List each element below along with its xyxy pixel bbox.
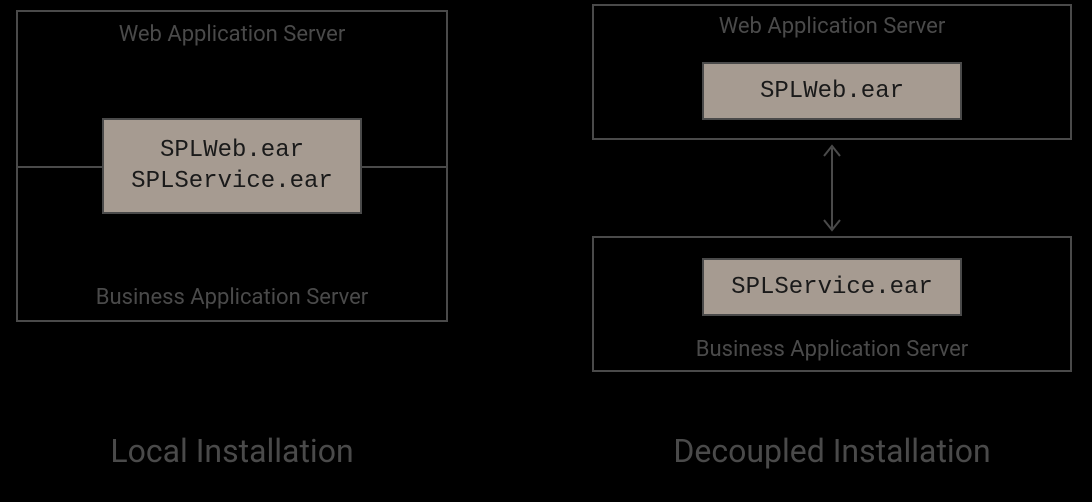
local-install-container: Web Application Server SPLWeb.ear SPLSer… <box>16 10 448 322</box>
decoupled-splweb-ear-box: SPLWeb.ear <box>702 62 962 120</box>
decoupled-web-server-label: Web Application Server <box>594 14 1070 39</box>
local-ear-splweb: SPLWeb.ear <box>160 135 304 166</box>
local-ear-box: SPLWeb.ear SPLService.ear <box>102 118 362 214</box>
decoupled-splweb-ear-text: SPLWeb.ear <box>760 78 904 105</box>
decoupled-business-server-label: Business Application Server <box>594 337 1070 362</box>
local-installation-title: Local Installation <box>16 432 448 470</box>
local-business-server-label: Business Application Server <box>18 285 446 310</box>
diagram-canvas: Web Application Server SPLWeb.ear SPLSer… <box>0 0 1092 502</box>
local-ear-splservice: SPLService.ear <box>131 166 333 197</box>
decoupled-splservice-ear-box: SPLService.ear <box>702 258 962 316</box>
double-arrow-icon <box>828 140 836 236</box>
decoupled-splservice-ear-text: SPLService.ear <box>731 274 933 301</box>
decoupled-web-server-box: Web Application Server SPLWeb.ear <box>592 4 1072 140</box>
decoupled-installation-title: Decoupled Installation <box>592 432 1072 470</box>
decoupled-business-server-box: SPLService.ear Business Application Serv… <box>592 236 1072 372</box>
local-web-server-label: Web Application Server <box>18 22 446 47</box>
